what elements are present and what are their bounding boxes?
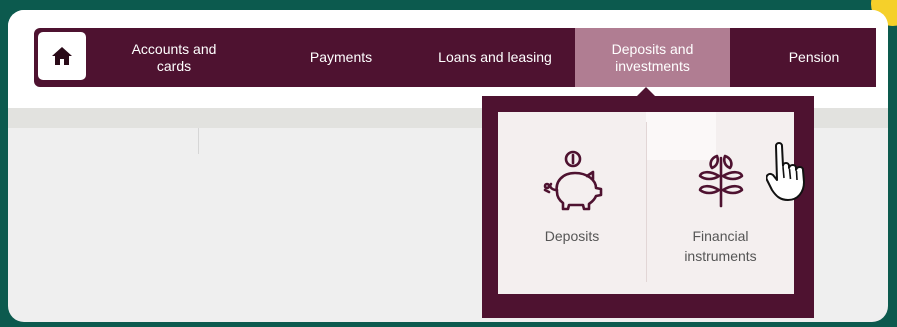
nav-loans-and-leasing[interactable]: Loans and leasing [422, 28, 568, 87]
content-divider [198, 128, 199, 154]
nav-payments[interactable]: Payments [282, 28, 400, 87]
dropdown-panel: Deposits Financial instruments [498, 112, 794, 294]
deposits-dropdown-menu: Deposits Financial instruments [482, 96, 814, 318]
dropdown-item-label: Deposits [544, 228, 600, 244]
dropdown-item-label-line1: Financial [692, 228, 749, 244]
dropdown-item-label-line2: instruments [684, 248, 757, 264]
nav-label: Loans and leasing [438, 49, 552, 65]
nav-accounts-and-cards[interactable]: Accounts and cards [112, 28, 236, 87]
nav-label-line2: cards [156, 57, 192, 74]
nav-label: Pension [788, 49, 840, 65]
nav-pension[interactable]: Pension [764, 28, 864, 87]
nav-label-line1: Accounts and [131, 40, 217, 57]
nav-label: Payments [309, 49, 373, 65]
main-navigation: Accounts and cards Payments Loans and le… [34, 28, 876, 87]
home-icon [52, 47, 72, 65]
hand-pointer-icon [766, 142, 805, 201]
dropdown-item-deposits[interactable]: Deposits [498, 112, 646, 294]
nav-deposits-and-investments[interactable]: Deposits and investments [575, 28, 730, 87]
plant-icon [698, 154, 743, 208]
nav-label-line2: investments [615, 57, 690, 74]
home-button[interactable] [37, 31, 87, 81]
piggy-bank-icon [543, 150, 603, 211]
nav-label-line1: Deposits and [611, 40, 694, 57]
